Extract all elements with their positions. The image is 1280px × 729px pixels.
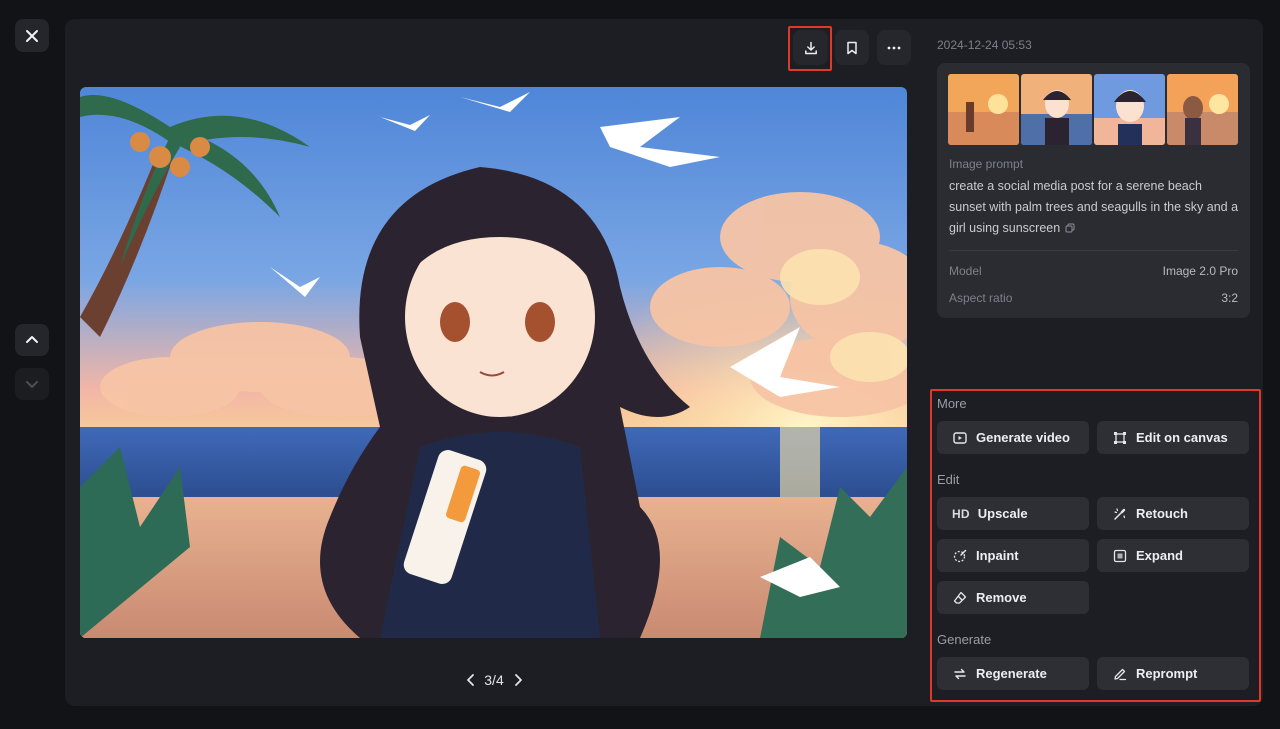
inpaint-button[interactable]: Inpaint [937,539,1089,572]
regenerate-label: Regenerate [976,666,1047,681]
download-button[interactable] [793,30,828,65]
section-generate-label: Generate [937,632,992,647]
chevron-left-icon [466,674,474,686]
prompt-text-content: create a social media post for a serene … [949,179,1239,235]
page-indicator: 3/4 [484,672,504,688]
expand-label: Expand [1136,548,1183,563]
edit-on-canvas-label: Edit on canvas [1136,430,1228,445]
generated-image [80,87,907,638]
copy-icon [1065,223,1075,233]
upscale-label: Upscale [977,506,1028,521]
previous-image-button[interactable] [462,668,478,692]
prompt-label: Image prompt [949,157,1024,171]
retouch-label: Retouch [1136,506,1188,521]
expand-button[interactable]: Expand [1097,539,1249,572]
aspect-ratio-label: Aspect ratio [949,291,1013,305]
hd-icon: HD [952,506,970,521]
image-info-card: Image prompt create a social media post … [937,63,1250,318]
thumbnail-1[interactable] [948,74,1019,145]
thumbnail-2[interactable] [1021,74,1092,145]
upscale-button[interactable]: HD Upscale [937,497,1089,530]
chevron-down-icon [26,381,38,388]
eraser-icon [952,590,968,606]
section-edit-label: Edit [937,472,960,487]
thumbnail-3[interactable] [1094,74,1165,145]
model-label: Model [949,264,982,278]
more-options-button[interactable] [877,30,911,65]
generate-video-label: Generate video [976,430,1070,445]
video-icon [952,430,968,446]
chevron-right-icon [514,674,522,686]
bookmark-icon [847,41,857,54]
aspect-ratio-value: 3:2 [1221,291,1238,305]
model-value: Image 2.0 Pro [1162,264,1238,278]
image-pager: 3/4 [462,668,526,692]
canvas-icon [1112,430,1128,446]
thumbnail-4[interactable] [1167,74,1238,145]
previous-item-button[interactable] [15,324,49,356]
next-image-button[interactable] [510,668,526,692]
close-button[interactable] [15,19,49,52]
reprompt-button[interactable]: Reprompt [1097,657,1249,690]
copy-prompt-button[interactable] [1065,219,1075,240]
created-timestamp: 2024-12-24 05:53 [937,38,1032,52]
expand-icon [1112,548,1128,564]
prompt-text: create a social media post for a serene … [949,176,1241,240]
generate-video-button[interactable]: Generate video [937,421,1089,454]
close-icon [26,29,38,42]
magic-wand-icon [1112,506,1128,522]
info-divider [949,250,1238,251]
edit-on-canvas-button[interactable]: Edit on canvas [1097,421,1249,454]
next-item-button[interactable] [15,368,49,400]
download-icon [804,41,817,54]
refresh-icon [952,666,968,682]
reprompt-label: Reprompt [1136,666,1198,681]
remove-label: Remove [976,590,1027,605]
inpaint-icon [952,548,968,564]
bookmark-button[interactable] [835,30,869,65]
more-icon [887,46,901,49]
chevron-up-icon [26,336,38,343]
pencil-icon [1112,666,1128,682]
regenerate-button[interactable]: Regenerate [937,657,1089,690]
inpaint-label: Inpaint [976,548,1019,563]
retouch-button[interactable]: Retouch [1097,497,1249,530]
remove-button[interactable]: Remove [937,581,1089,614]
section-more-label: More [937,396,967,411]
